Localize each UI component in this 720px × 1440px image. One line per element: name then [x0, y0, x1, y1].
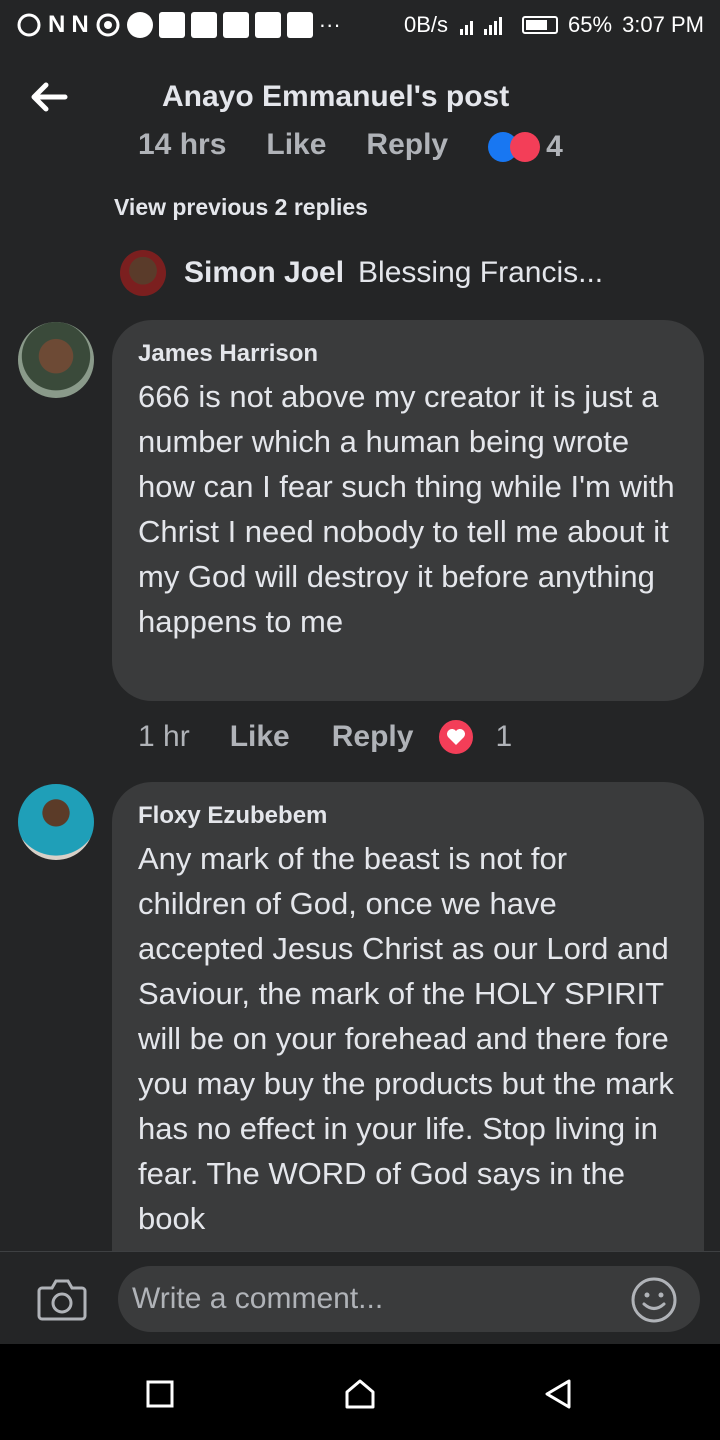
camera-icon — [37, 1279, 87, 1321]
camera-button[interactable] — [36, 1276, 88, 1322]
notification-icon — [126, 12, 153, 38]
system-navigation-bar — [0, 1344, 720, 1440]
view-previous-replies-link[interactable]: View previous 2 replies — [114, 194, 368, 221]
previous-comment-actions: 14 hrs Like Reply 4 — [138, 126, 563, 166]
clock: 3:07 PM — [622, 12, 704, 37]
comment-time: 1 hr — [138, 720, 190, 753]
status-bar-system: 0B/s 65% 3:07 PM — [404, 12, 704, 38]
notification-icon: N — [71, 11, 89, 38]
back-arrow-icon — [31, 82, 68, 112]
reply-preview[interactable]: Simon Joel Blessing Francis... — [120, 250, 603, 296]
avatar[interactable] — [18, 322, 94, 398]
comment-bubble[interactable]: Floxy Ezubebem Any mark of the beast is … — [112, 782, 704, 1302]
heart-icon[interactable] — [437, 718, 476, 756]
notification-icon — [190, 12, 217, 38]
like-button[interactable]: Like — [230, 720, 290, 754]
home-icon — [345, 1379, 375, 1409]
net-speed: 0B/s — [403, 12, 449, 37]
back-button[interactable] — [22, 72, 76, 122]
comment-author[interactable]: James Harrison — [138, 340, 678, 368]
avatar[interactable] — [18, 784, 94, 860]
reply-button[interactable]: Reply — [332, 720, 414, 754]
more-dots-icon: ··· — [318, 12, 341, 37]
comment-input[interactable] — [118, 1266, 700, 1332]
comment-composer — [0, 1251, 720, 1345]
comment-author[interactable]: Floxy Ezubebem — [138, 802, 678, 830]
comment-actions: 1 hr Like Reply 1 — [138, 718, 512, 756]
page-title: Anayo Emmanuel's post — [162, 80, 510, 113]
reply-button[interactable]: Reply — [366, 128, 448, 162]
home-button[interactable] — [340, 1374, 380, 1414]
status-bar: N N ··· 0B/s 65% 3:07 PM — [0, 0, 720, 50]
ring-icon — [96, 13, 120, 37]
recent-apps-button[interactable] — [140, 1374, 180, 1414]
comment-text: 666 is not above my creator it is just a… — [138, 379, 675, 639]
battery-percent: 65% — [568, 12, 613, 37]
notification-icon — [286, 12, 313, 38]
reactions-summary[interactable]: 4 — [488, 128, 563, 163]
notification-icon — [158, 12, 185, 38]
battery-icon — [522, 16, 559, 34]
notification-icon — [254, 12, 281, 38]
recent-apps-icon — [146, 1380, 174, 1408]
comment-bubble[interactable]: James Harrison 666 is not above my creat… — [112, 320, 704, 701]
back-icon — [545, 1379, 571, 1409]
emoji-button[interactable] — [630, 1276, 678, 1324]
back-nav-button[interactable] — [538, 1374, 578, 1414]
status-bar-notifications: N N ··· — [16, 11, 341, 39]
emoji-icon — [631, 1277, 677, 1323]
like-button[interactable]: Like — [266, 128, 326, 162]
comment-text: Any mark of the beast is not for childre… — [138, 841, 674, 1236]
heart-icon — [510, 132, 541, 162]
reaction-count: 4 — [546, 130, 563, 163]
notification-icon — [17, 13, 41, 37]
signal-icon — [460, 17, 503, 35]
notification-icon — [222, 12, 249, 38]
avatar — [120, 250, 166, 296]
reply-snippet: Blessing Francis... — [358, 256, 604, 289]
notification-icon: N — [48, 11, 66, 38]
reply-author: Simon Joel — [184, 256, 345, 289]
reaction-count[interactable]: 1 — [495, 720, 512, 754]
comment-time: 14 hrs — [138, 128, 227, 161]
